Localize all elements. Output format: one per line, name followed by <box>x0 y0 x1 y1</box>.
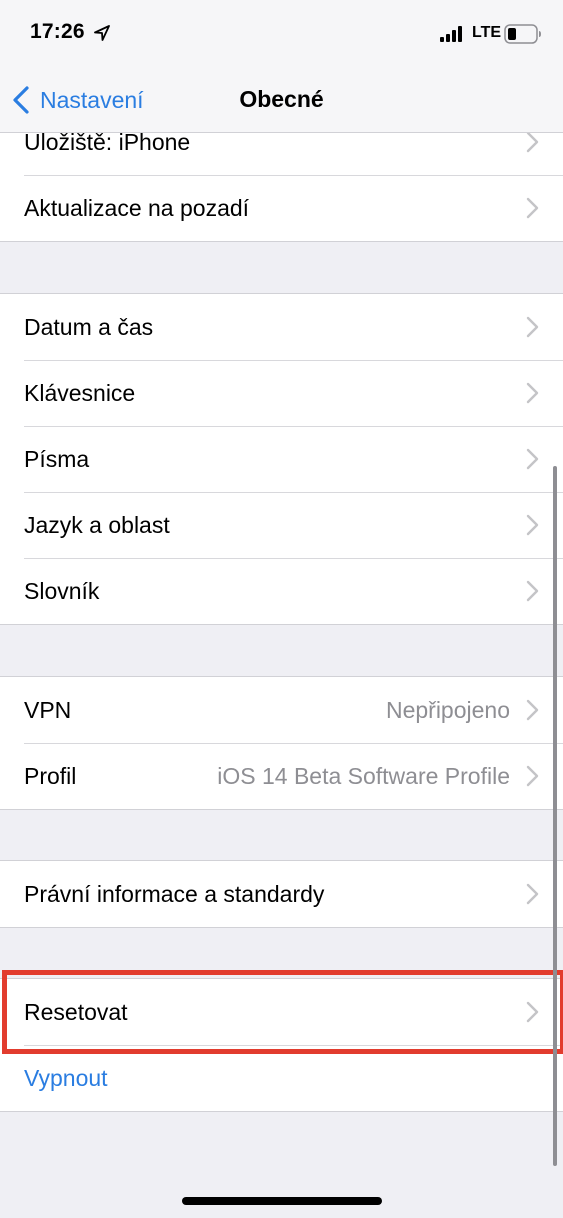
chevron-right-icon <box>526 765 539 787</box>
row-label: Slovník <box>24 577 100 604</box>
settings-group-reset: Resetovat Vypnout <box>0 978 563 1112</box>
chevron-right-icon <box>526 131 539 153</box>
settings-group-network: VPN Nepřipojeno Profil iOS 14 Beta Softw… <box>0 676 563 810</box>
shut-down-button[interactable]: Vypnout <box>0 1045 563 1111</box>
chevron-right-icon <box>526 580 539 602</box>
chevron-right-icon <box>526 448 539 470</box>
row-label: Resetovat <box>24 998 128 1025</box>
navigation-bar: Nastavení Obecné <box>0 66 563 133</box>
chevron-right-icon <box>526 382 539 404</box>
settings-row-date-time[interactable]: Datum a čas <box>0 294 563 360</box>
settings-row-legal[interactable]: Právní informace a standardy <box>0 861 563 927</box>
row-label: Aktualizace na pozadí <box>24 194 250 221</box>
settings-group-locale: Datum a čas Klávesnice Písma Jazyk a obl… <box>0 293 563 625</box>
chevron-right-icon <box>526 699 539 721</box>
page-title: Obecné <box>239 86 324 112</box>
row-label: Písma <box>24 445 90 472</box>
row-label: Datum a čas <box>24 313 154 340</box>
settings-row-keyboard[interactable]: Klávesnice <box>0 360 563 426</box>
settings-row-language-region[interactable]: Jazyk a oblast <box>0 492 563 558</box>
row-label: Právní informace a standardy <box>24 880 325 907</box>
settings-row-profile[interactable]: Profil iOS 14 Beta Software Profile <box>0 743 563 809</box>
row-value: iOS 14 Beta Software Profile <box>217 762 510 789</box>
scroll-indicator[interactable] <box>553 466 557 1166</box>
chevron-right-icon <box>526 883 539 905</box>
row-label: Vypnout <box>24 1064 108 1091</box>
settings-row-reset[interactable]: Resetovat <box>0 979 563 1045</box>
home-indicator[interactable] <box>182 1197 382 1205</box>
row-label: Klávesnice <box>24 379 136 406</box>
settings-row-background-refresh[interactable]: Aktualizace na pozadí <box>0 175 563 241</box>
settings-row-vpn[interactable]: VPN Nepřipojeno <box>0 677 563 743</box>
settings-group-legal: Právní informace a standardy <box>0 860 563 928</box>
row-label: Jazyk a oblast <box>24 511 170 538</box>
settings-row-dictionary[interactable]: Slovník <box>0 558 563 624</box>
chevron-right-icon <box>526 514 539 536</box>
row-value: Nepřipojeno <box>385 696 510 723</box>
settings-row-fonts[interactable]: Písma <box>0 426 563 492</box>
row-label: Profil <box>24 762 77 789</box>
chevron-right-icon <box>526 316 539 338</box>
chevron-right-icon <box>526 197 539 219</box>
settings-list: Úložiště: iPhone Aktualizace na pozadí D… <box>0 0 563 1218</box>
chevron-right-icon <box>526 1001 539 1023</box>
row-label: VPN <box>24 696 72 723</box>
